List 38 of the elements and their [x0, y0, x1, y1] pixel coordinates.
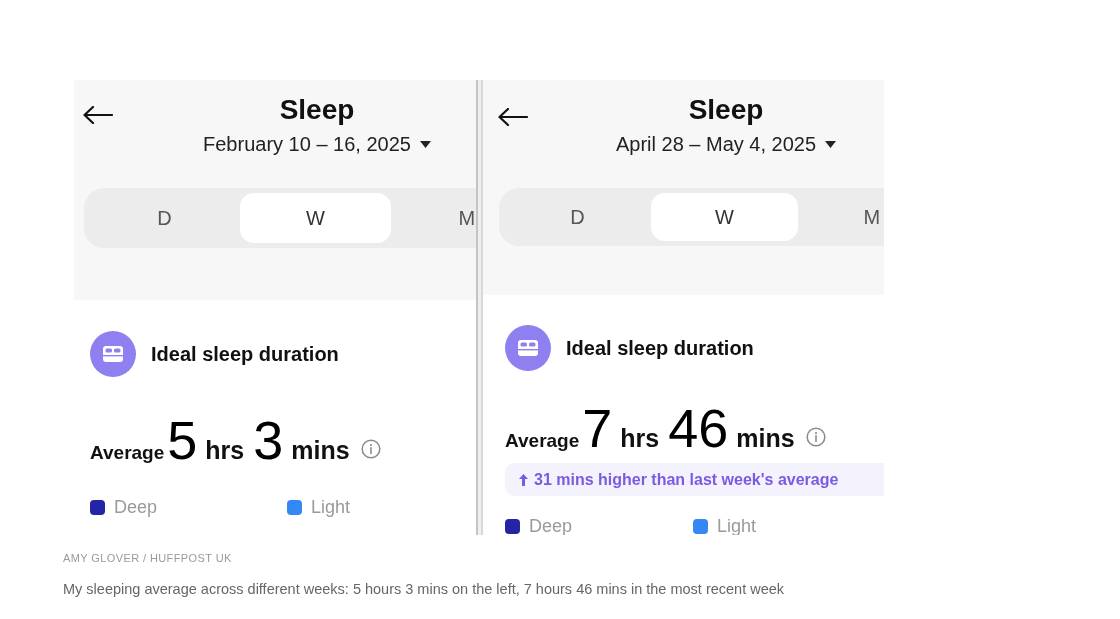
- legend-label: Deep: [114, 497, 158, 518]
- period-tab[interactable]: W: [651, 193, 798, 241]
- legend-label: Light: [311, 497, 351, 518]
- bed-icon: [90, 331, 136, 377]
- period-tab[interactable]: D: [504, 193, 651, 241]
- figure-caption: My sleeping average across different weeks: 5 hours 3 mins on the left, 7 hours 46 mins in the most recent week: [63, 580, 785, 598]
- screen-title: Sleep: [688, 94, 764, 126]
- comparison-text: 31 mins higher than last week's average: [534, 470, 839, 489]
- info-icon[interactable]: [360, 439, 381, 459]
- bed-icon: [505, 325, 551, 371]
- minutes-value: 3: [253, 413, 284, 467]
- period-tab[interactable]: M: [391, 193, 476, 243]
- arrow-up-icon: [519, 473, 528, 486]
- screen-title: Sleep: [279, 94, 355, 126]
- period-tab[interactable]: M: [798, 193, 884, 241]
- caret-down-icon: [419, 140, 431, 148]
- date-range-dropdown[interactable]: April 28 – May 4, 2025: [615, 132, 837, 156]
- hours-value: 7: [582, 401, 613, 455]
- caret-down-icon: [825, 140, 837, 148]
- hours-unit: hrs: [620, 426, 660, 451]
- legend-label: Deep: [529, 516, 573, 535]
- card-title: Ideal sleep duration: [566, 336, 754, 360]
- date-range-dropdown[interactable]: February 10 – 16, 2025: [203, 132, 431, 156]
- hours-unit: hrs: [205, 438, 245, 463]
- card-title: Ideal sleep duration: [151, 342, 339, 366]
- average-label: Average: [90, 443, 165, 462]
- back-arrow-icon[interactable]: [83, 106, 113, 124]
- period-tab[interactable]: D: [89, 193, 240, 243]
- hours-value: 5: [167, 413, 198, 467]
- info-icon[interactable]: [805, 427, 826, 447]
- legend-label: Light: [717, 516, 757, 535]
- minutes-unit: mins: [291, 438, 350, 463]
- photo-credit: AMY GLOVER / HUFFPOST UK: [63, 551, 232, 565]
- minutes-unit: mins: [736, 426, 795, 451]
- back-arrow-icon[interactable]: [498, 108, 528, 126]
- minutes-value: 46: [668, 401, 729, 455]
- period-tab[interactable]: W: [240, 193, 391, 243]
- average-label: Average: [505, 431, 580, 450]
